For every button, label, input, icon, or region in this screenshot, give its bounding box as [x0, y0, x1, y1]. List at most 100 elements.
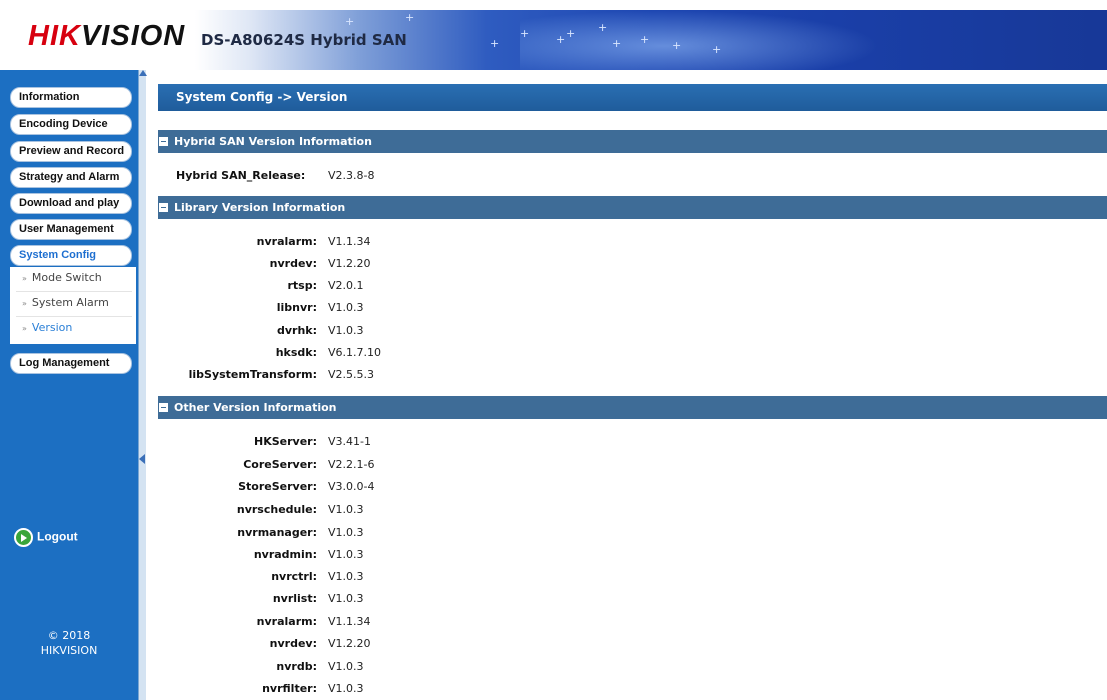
version-label: nvradmin: — [253, 548, 317, 561]
version-value: V1.2.20 — [328, 637, 371, 650]
nav-download-and-play[interactable]: Download and play — [10, 193, 132, 214]
main-content: System Config -> Version Hybrid SAN Vers… — [158, 84, 1107, 700]
version-label: dvrhk: — [276, 324, 317, 337]
sparkle-icon: + — [520, 27, 530, 40]
version-label: hksdk: — [275, 346, 317, 359]
version-value: V1.1.34 — [328, 235, 371, 248]
double-chevron-right-icon: » — [22, 274, 27, 283]
nav-preview-and-record[interactable]: Preview and Record — [10, 141, 132, 162]
version-row: nvrdb: V1.0.3 — [158, 657, 1107, 677]
hikvision-logo: HIKVISION — [28, 20, 186, 52]
version-row: libSystemTransform: V2.5.5.3 — [158, 365, 1107, 385]
version-label: nvralarm: — [256, 615, 317, 628]
version-row: nvrdev: V1.2.20 — [158, 634, 1107, 654]
sparkle-icon: + — [556, 33, 566, 46]
version-value: V1.0.3 — [328, 592, 364, 605]
version-row: CoreServer: V2.2.1-6 — [158, 455, 1107, 475]
version-label: nvrmanager: — [237, 526, 317, 539]
system-config-submenu: » Mode Switch » System Alarm » Version — [10, 267, 136, 344]
version-row: rtsp: V2.0.1 — [158, 276, 1107, 296]
version-label: HKServer: — [254, 435, 317, 448]
sparkle-icon: + — [672, 39, 682, 52]
version-label: CoreServer: — [243, 458, 317, 471]
section-header-library[interactable]: Library Version Information — [158, 196, 1107, 219]
nav-information[interactable]: Information — [10, 87, 132, 108]
version-row: StoreServer: V3.0.0-4 — [158, 477, 1107, 497]
nav-encoding-device[interactable]: Encoding Device — [10, 114, 132, 135]
section-header-other[interactable]: Other Version Information — [158, 396, 1107, 419]
version-row: nvrlist: V1.0.3 — [158, 589, 1107, 609]
version-row: nvralarm: V1.1.34 — [158, 612, 1107, 632]
version-label: nvrdev: — [269, 637, 317, 650]
version-row: Hybrid SAN_Release: V2.3.8-8 — [158, 166, 1107, 186]
version-row: nvrctrl: V1.0.3 — [158, 567, 1107, 587]
sparkle-icon: + — [490, 37, 500, 50]
version-value: V1.1.34 — [328, 615, 371, 628]
divider — [16, 316, 132, 317]
version-label: libnvr: — [276, 301, 317, 314]
version-value: V1.0.3 — [328, 570, 364, 583]
sparkle-icon: + — [405, 11, 415, 24]
version-value: V1.0.3 — [328, 682, 364, 695]
nav-log-management[interactable]: Log Management — [10, 353, 132, 374]
version-label: Hybrid SAN_Release: — [176, 169, 306, 182]
version-row: nvrmanager: V1.0.3 — [158, 523, 1107, 543]
sparkle-icon: + — [612, 37, 622, 50]
version-label: nvrctrl: — [271, 570, 317, 583]
version-value: V1.2.20 — [328, 257, 371, 270]
banner-glow — [520, 10, 880, 70]
version-label: nvrlist: — [272, 592, 317, 605]
copyright: © 2018 HIKVISION — [40, 629, 98, 657]
logout-button[interactable]: Logout — [14, 528, 78, 547]
divider — [16, 291, 132, 292]
nav-strategy-and-alarm[interactable]: Strategy and Alarm — [10, 167, 132, 188]
version-row: libnvr: V1.0.3 — [158, 298, 1107, 318]
scroll-up-icon[interactable] — [139, 70, 147, 76]
version-row: nvrdev: V1.2.20 — [158, 254, 1107, 274]
version-value: V2.3.8-8 — [328, 169, 375, 182]
subnav-system-alarm[interactable]: » System Alarm — [22, 296, 109, 309]
section-header-hybrid-san[interactable]: Hybrid SAN Version Information — [158, 130, 1107, 153]
sparkle-icon: + — [640, 33, 650, 46]
version-row: nvrschedule: V1.0.3 — [158, 500, 1107, 520]
product-name: DS-A80624S Hybrid SAN — [201, 31, 407, 49]
version-row: dvrhk: V1.0.3 — [158, 321, 1107, 341]
version-value: V6.1.7.10 — [328, 346, 382, 359]
version-value: V1.0.3 — [328, 301, 364, 314]
sparkle-icon: + — [712, 43, 722, 56]
sidebar-splitter[interactable] — [138, 70, 147, 700]
version-row: nvradmin: V1.0.3 — [158, 545, 1107, 565]
version-value: V3.0.0-4 — [328, 480, 375, 493]
collapse-minus-icon[interactable] — [159, 403, 168, 412]
version-label: nvrschedule: — [236, 503, 317, 516]
version-label: nvrfilter: — [262, 682, 317, 695]
version-label: nvrdb: — [276, 660, 317, 673]
collapse-minus-icon[interactable] — [159, 203, 168, 212]
double-chevron-right-icon: » — [22, 299, 27, 308]
collapse-minus-icon[interactable] — [159, 137, 168, 146]
logout-icon — [14, 528, 33, 547]
sparkle-icon: + — [566, 27, 576, 40]
page-title: System Config -> Version — [158, 84, 1107, 111]
version-label: libSystemTransform: — [188, 368, 317, 381]
nav-system-config[interactable]: System Config — [10, 245, 132, 266]
version-value: V1.0.3 — [328, 526, 364, 539]
sparkle-icon: + — [345, 15, 355, 28]
version-row: nvralarm: V1.1.34 — [158, 232, 1107, 252]
version-value: V3.41-1 — [328, 435, 371, 448]
version-label: nvralarm: — [256, 235, 317, 248]
version-value: V1.0.3 — [328, 548, 364, 561]
subnav-mode-switch[interactable]: » Mode Switch — [22, 271, 102, 284]
subnav-version[interactable]: » Version — [22, 321, 72, 334]
version-value: V2.0.1 — [328, 279, 364, 292]
collapse-sidebar-icon[interactable] — [139, 454, 145, 464]
double-chevron-right-icon: » — [22, 324, 27, 333]
header: + + + + + + + + + + + HIKVISION DS-A8062… — [0, 0, 1107, 70]
version-row: HKServer: V3.41-1 — [158, 432, 1107, 452]
nav-user-management[interactable]: User Management — [10, 219, 132, 240]
version-value: V1.0.3 — [328, 660, 364, 673]
version-label: nvrdev: — [269, 257, 317, 270]
version-value: V2.5.5.3 — [328, 368, 375, 381]
version-row: hksdk: V6.1.7.10 — [158, 343, 1107, 363]
version-label: StoreServer: — [238, 480, 317, 493]
